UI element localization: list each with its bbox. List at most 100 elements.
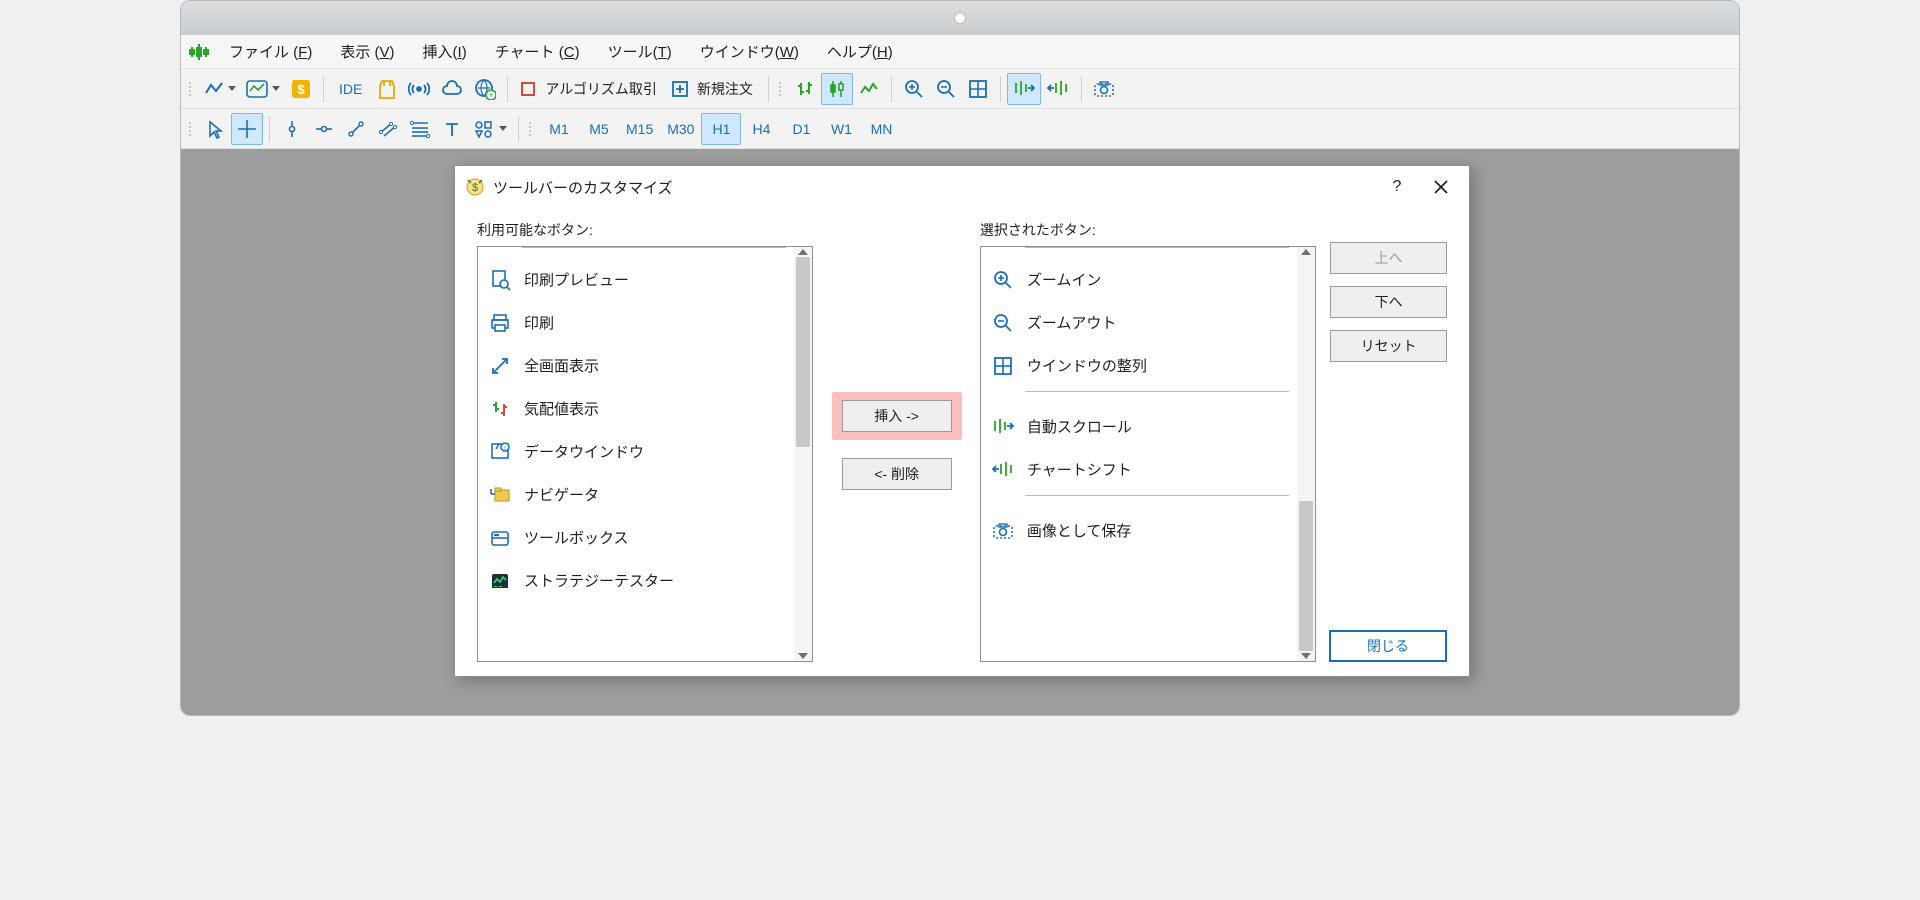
fibo-button[interactable] bbox=[404, 113, 436, 145]
close-button[interactable]: 閉じる bbox=[1329, 630, 1447, 662]
toolbar-grip[interactable] bbox=[527, 115, 537, 143]
list-item: 画像として保存 bbox=[981, 509, 1297, 552]
navigator-icon bbox=[486, 481, 514, 509]
list-separator bbox=[522, 247, 786, 254]
ide-button[interactable]: IDE bbox=[330, 73, 371, 105]
menu-window[interactable]: ウインドウ(W) bbox=[690, 37, 809, 66]
menu-file[interactable]: ファイル (F) bbox=[219, 37, 322, 66]
dropdown-caret-icon bbox=[272, 86, 280, 91]
customize-toolbar-dialog: $ ツールバーのカスタマイズ ? 利用可能なボタン: 印刷プレビュー bbox=[454, 165, 1470, 677]
workspace: $ ツールバーのカスタマイズ ? 利用可能なボタン: 印刷プレビュー bbox=[181, 149, 1739, 715]
list-separator bbox=[1025, 495, 1289, 505]
toolbar-grip[interactable] bbox=[187, 75, 197, 103]
chart-shift-button[interactable] bbox=[1041, 73, 1075, 105]
indicator-chart-button[interactable] bbox=[241, 73, 285, 105]
cursor-button[interactable] bbox=[199, 113, 231, 145]
timeframe-m30[interactable]: M30 bbox=[660, 113, 701, 145]
toolbar-row-2: M1 M5 M15 M30 H1 H4 D1 W1 MN bbox=[181, 109, 1739, 149]
scroll-up-icon[interactable] bbox=[798, 249, 808, 255]
toolbar-separator bbox=[269, 116, 270, 142]
menu-insert[interactable]: 挿入(I) bbox=[413, 37, 477, 66]
remove-button[interactable]: <- 削除 bbox=[842, 458, 952, 490]
timeframe-m15[interactable]: M15 bbox=[619, 113, 660, 145]
bar-chart-button[interactable] bbox=[789, 73, 821, 105]
shapes-button[interactable] bbox=[468, 113, 512, 145]
timeframe-m5[interactable]: M5 bbox=[579, 113, 619, 145]
insert-button[interactable]: 挿入 -> bbox=[842, 400, 952, 432]
toolbar-separator bbox=[323, 76, 324, 102]
crosshair-button[interactable] bbox=[231, 113, 263, 145]
toolbar-separator bbox=[1000, 76, 1001, 102]
menu-tools[interactable]: ツール(T) bbox=[598, 37, 682, 66]
line-chart-alt-button[interactable] bbox=[853, 73, 885, 105]
hline-button[interactable] bbox=[308, 113, 340, 145]
scroll-down-icon[interactable] bbox=[1301, 653, 1311, 659]
toolbar-separator bbox=[507, 76, 508, 102]
line-chart-button[interactable] bbox=[199, 73, 241, 105]
list-item: ナビゲータ bbox=[478, 473, 794, 516]
toolbox-icon bbox=[486, 524, 514, 552]
toolbar-grip[interactable] bbox=[777, 75, 787, 103]
autoscroll-icon bbox=[989, 413, 1017, 441]
cloud-button[interactable] bbox=[435, 73, 469, 105]
save-image-button[interactable] bbox=[1088, 73, 1120, 105]
scroll-down-icon[interactable] bbox=[798, 653, 808, 659]
dialog-close-button[interactable] bbox=[1423, 173, 1459, 201]
vps-button[interactable]: + bbox=[469, 73, 501, 105]
list-separator bbox=[1025, 247, 1289, 254]
app-logo-icon bbox=[187, 40, 211, 64]
menu-chart[interactable]: チャート (C) bbox=[485, 37, 590, 66]
menu-view[interactable]: 表示 (V) bbox=[330, 37, 404, 66]
scroll-thumb[interactable] bbox=[1299, 501, 1313, 651]
timeframe-h4[interactable]: H4 bbox=[741, 113, 781, 145]
move-down-button[interactable]: 下へ bbox=[1330, 286, 1447, 318]
zoom-in-button[interactable] bbox=[898, 73, 930, 105]
timeframe-h1[interactable]: H1 bbox=[701, 113, 741, 145]
timeframe-mn[interactable]: MN bbox=[861, 113, 901, 145]
dialog-title: ツールバーのカスタマイズ bbox=[493, 177, 673, 198]
vline-button[interactable] bbox=[276, 113, 308, 145]
market-button[interactable] bbox=[371, 73, 403, 105]
selected-listbox[interactable]: ズームイン ズームアウト ウインドウの整列 自動スクロール チャートシフト 画像… bbox=[980, 246, 1316, 662]
timeframe-d1[interactable]: D1 bbox=[781, 113, 821, 145]
svg-text:$: $ bbox=[297, 82, 305, 97]
timeframe-w1[interactable]: W1 bbox=[821, 113, 861, 145]
candle-chart-button[interactable] bbox=[821, 73, 853, 105]
list-separator bbox=[1025, 391, 1289, 401]
dialog-help-button[interactable]: ? bbox=[1379, 173, 1415, 201]
data-window-icon: i bbox=[486, 438, 514, 466]
dollar-button[interactable]: $ bbox=[285, 73, 317, 105]
signals-button[interactable] bbox=[403, 73, 435, 105]
new-order-button[interactable]: 新規注文 bbox=[666, 73, 762, 105]
reset-button[interactable]: リセット bbox=[1330, 330, 1447, 362]
autoscroll-button[interactable] bbox=[1007, 73, 1041, 105]
dropdown-caret-icon bbox=[499, 126, 507, 131]
trendline-button[interactable] bbox=[340, 113, 372, 145]
channel-button[interactable] bbox=[372, 113, 404, 145]
available-listbox[interactable]: 印刷プレビュー 印刷 全画面表示 気配値表示 iデータウインドウ ナビゲータ ツ… bbox=[477, 246, 813, 662]
zoom-out-button[interactable] bbox=[930, 73, 962, 105]
algo-trading-button[interactable]: アルゴリズム取引 bbox=[514, 73, 666, 105]
scroll-up-icon[interactable] bbox=[1301, 249, 1311, 255]
scrollbar[interactable] bbox=[794, 247, 812, 661]
scrollbar[interactable] bbox=[1297, 247, 1315, 661]
text-button[interactable] bbox=[436, 113, 468, 145]
list-item: ズームイン bbox=[981, 258, 1297, 301]
list-item: ツールボックス bbox=[478, 516, 794, 559]
move-up-button[interactable]: 上へ bbox=[1330, 242, 1447, 274]
toolbar-grip[interactable] bbox=[187, 115, 197, 143]
titlebar-dot bbox=[954, 12, 966, 24]
zoom-in-icon bbox=[989, 266, 1017, 294]
menubar: ファイル (F) 表示 (V) 挿入(I) チャート (C) ツール(T) ウイ… bbox=[181, 35, 1739, 69]
list-item: チャートシフト bbox=[981, 448, 1297, 491]
save-image-icon bbox=[989, 517, 1017, 545]
toolbar-separator bbox=[1081, 76, 1082, 102]
scroll-thumb[interactable] bbox=[796, 257, 810, 447]
insert-highlight: 挿入 -> bbox=[832, 392, 962, 440]
menu-help[interactable]: ヘルプ(H) bbox=[817, 37, 903, 66]
tile-windows-icon bbox=[989, 352, 1017, 380]
timeframe-m1[interactable]: M1 bbox=[539, 113, 579, 145]
selected-label: 選択されたボタン: bbox=[980, 220, 1316, 240]
list-item: iデータウインドウ bbox=[478, 430, 794, 473]
tile-windows-button[interactable] bbox=[962, 73, 994, 105]
